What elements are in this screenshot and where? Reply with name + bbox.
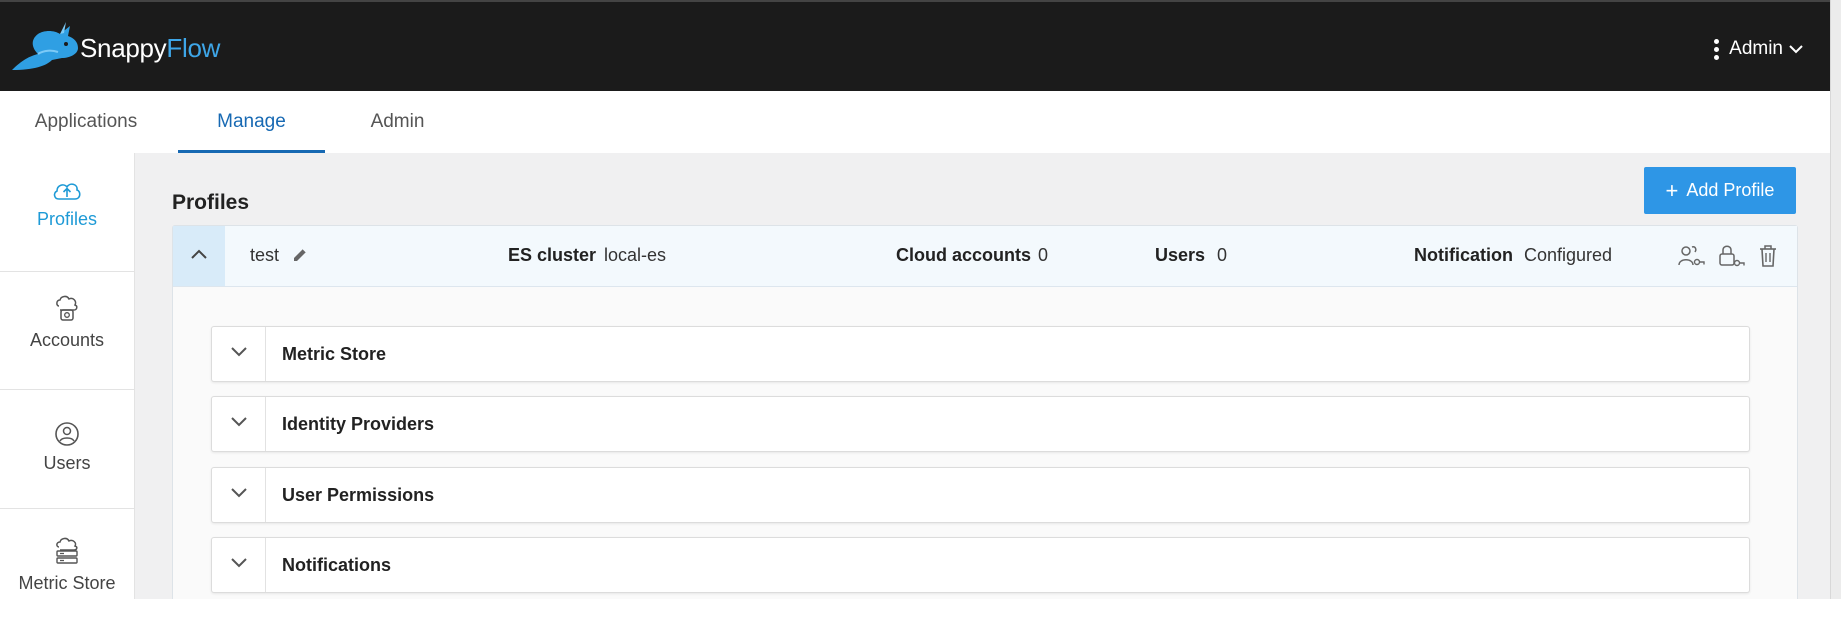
app-logo[interactable]: SnappyFlow bbox=[8, 20, 220, 76]
sidebar-item-label: Profiles bbox=[36, 209, 98, 229]
edit-icon[interactable] bbox=[291, 246, 309, 269]
sidebar: Profiles Accounts Users Metric Store bbox=[0, 153, 135, 599]
users-key-icon[interactable] bbox=[1677, 243, 1705, 274]
cloud-accounts-label: Cloud accounts bbox=[896, 245, 1032, 265]
sidebar-item-profiles[interactable]: Profiles bbox=[0, 153, 134, 272]
user-menu-label: Admin bbox=[1729, 38, 1783, 59]
expand-button[interactable] bbox=[212, 468, 266, 522]
es-cluster-value: local-es bbox=[604, 245, 667, 265]
page-title: Profiles bbox=[172, 191, 250, 214]
cloud-upload-icon bbox=[0, 153, 134, 203]
rabbit-logo-icon bbox=[8, 20, 90, 76]
add-profile-label: Add Profile bbox=[1686, 180, 1775, 200]
main-content: Profiles + Add Profile test ES cluster l… bbox=[135, 153, 1831, 599]
chevron-down-icon bbox=[1789, 38, 1803, 60]
sidebar-item-label: Accounts bbox=[29, 330, 105, 350]
user-circle-icon bbox=[0, 390, 134, 447]
sidebar-item-label: Users bbox=[43, 453, 91, 473]
tab-manage[interactable]: Manage bbox=[178, 91, 325, 153]
section-title: Metric Store bbox=[282, 344, 387, 364]
sidebar-item-metric-store[interactable]: Metric Store bbox=[0, 509, 134, 627]
trash-icon[interactable] bbox=[1757, 243, 1779, 274]
cloud-accounts-value: 0 bbox=[1038, 245, 1049, 265]
users-value: 0 bbox=[1217, 245, 1228, 265]
top-bar: SnappyFlow Admin bbox=[0, 0, 1831, 93]
metric-store-icon bbox=[0, 509, 134, 567]
section-notifications[interactable]: Notifications bbox=[211, 537, 1750, 593]
expand-button[interactable] bbox=[212, 538, 266, 592]
logo-text: SnappyFlow bbox=[80, 32, 221, 63]
sidebar-item-accounts[interactable]: Accounts bbox=[0, 272, 134, 390]
chevron-down-icon bbox=[230, 486, 248, 504]
chevron-down-icon bbox=[230, 556, 248, 574]
profile-name: test bbox=[250, 245, 280, 265]
chevron-up-icon bbox=[190, 247, 208, 265]
profile-header[interactable]: test ES cluster local-es Cloud accounts … bbox=[173, 226, 1797, 287]
section-title: Notifications bbox=[282, 555, 392, 575]
plus-icon: + bbox=[1665, 177, 1679, 203]
main-tabs: Applications Manage Admin bbox=[0, 91, 1831, 154]
collapse-button[interactable] bbox=[173, 226, 225, 286]
kebab-icon bbox=[1714, 38, 1720, 60]
section-title: User Permissions bbox=[282, 485, 435, 505]
profile-actions bbox=[1677, 243, 1779, 274]
lock-key-icon[interactable] bbox=[1717, 243, 1745, 274]
section-title: Identity Providers bbox=[282, 414, 435, 434]
expand-button[interactable] bbox=[212, 397, 266, 451]
section-user-permissions[interactable]: User Permissions bbox=[211, 467, 1750, 523]
chevron-down-icon bbox=[230, 345, 248, 363]
chevron-down-icon bbox=[230, 415, 248, 433]
sidebar-item-label: Metric Store bbox=[18, 573, 116, 593]
notification-value: Configured bbox=[1524, 245, 1613, 265]
tab-applications[interactable]: Applications bbox=[10, 91, 162, 153]
section-identity-providers[interactable]: Identity Providers bbox=[211, 396, 1750, 452]
notification-label: Notification bbox=[1414, 245, 1513, 265]
sidebar-item-users[interactable]: Users bbox=[0, 390, 134, 509]
add-profile-button[interactable]: + Add Profile bbox=[1644, 167, 1796, 214]
window-edge bbox=[1830, 0, 1841, 599]
section-metric-store[interactable]: Metric Store bbox=[211, 326, 1750, 382]
profile-card: test ES cluster local-es Cloud accounts … bbox=[172, 225, 1798, 599]
tab-admin[interactable]: Admin bbox=[340, 91, 455, 153]
expand-button[interactable] bbox=[212, 327, 266, 381]
users-label: Users bbox=[1155, 245, 1206, 265]
accounts-icon bbox=[0, 272, 134, 324]
user-menu[interactable]: Admin bbox=[1714, 38, 1803, 60]
es-cluster-label: ES cluster bbox=[508, 245, 597, 265]
